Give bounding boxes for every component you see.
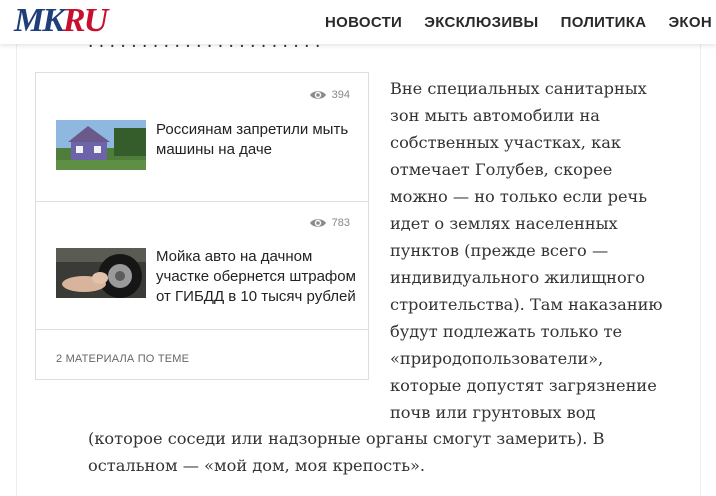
related-item-title: Россиянам запретили мыть машины на даче [156,121,349,158]
article-line: почв или грунтовых вод [390,403,596,422]
article-line: отмечает Голубев, скорее [390,160,613,179]
page-border-left [16,44,17,496]
article-line: собственных участках, как [390,133,621,152]
article-line: Вне специальных санитарных [390,79,647,98]
eye-icon [309,91,326,99]
nav-news[interactable]: НОВОСТИ [325,14,402,31]
main-nav: НОВОСТИ ЭКСКЛЮЗИВЫ ПОЛИТИКА ЭКОН [325,12,716,31]
logo-ru: RU [62,2,108,39]
related-thumbnail [56,248,146,298]
views-counter: 394 [309,89,350,101]
page-border-right [700,44,701,496]
views-count: 394 [331,89,350,101]
related-item-title: Мойка авто на дачном участке обернется ш… [156,248,356,305]
article-line: индивидуального жилищного [390,268,645,287]
related-thumbnail [56,120,146,170]
nav-economy[interactable]: ЭКОН [668,14,712,31]
article-line: остальном — «мой дом, моя крепость». [88,456,426,475]
related-item[interactable]: 783 Мойка авто на дачном участке обернет… [36,201,368,330]
article-line: «природопользователи», [390,349,604,368]
views-counter: 783 [309,217,350,229]
views-count: 783 [331,217,350,229]
related-item[interactable]: 394 Россиянам запретили мыть машины на д… [36,73,368,202]
related-materials-card: 394 Россиянам запретили мыть машины на д… [35,72,369,380]
article-line: идет о землях населенных [390,214,618,233]
nav-exclusives[interactable]: ЭКСКЛЮЗИВЫ [424,14,538,31]
article-paragraph: Вне специальных санитарных зон мыть авто… [390,75,690,426]
article-line: которые допустят загрязнение [390,376,657,395]
article-line: будут подлежать только те [390,322,623,341]
eye-icon [309,219,326,227]
article-line: строительства). Там наказанию [390,295,663,314]
article-line: зон мыть автомобили на [390,106,600,125]
article-paragraph-continued: (которое соседи или надзорные органы смо… [88,425,688,479]
article-line: пунктов (прежде всего — [390,241,609,260]
nav-politics[interactable]: ПОЛИТИКА [561,14,647,31]
related-count-label: 2 МАТЕРИАЛА ПО ТЕМЕ [56,353,190,365]
site-logo[interactable]: MKRU [14,2,108,39]
site-header: MKRU НОВОСТИ ЭКСКЛЮЗИВЫ ПОЛИТИКА ЭКОН [0,0,716,44]
article-line: (которое соседи или надзорные органы смо… [88,429,605,448]
logo-mk: MK [14,2,65,39]
article-line: можно — но только если речь [390,187,648,206]
